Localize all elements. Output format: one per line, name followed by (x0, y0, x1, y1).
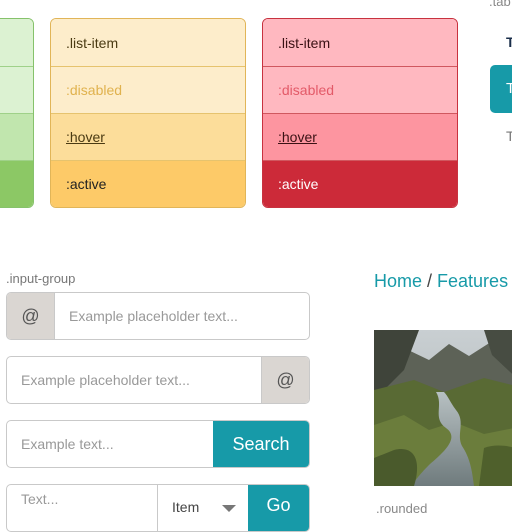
list-item-active[interactable]: :active (263, 160, 457, 207)
list-item-hover[interactable]: :hover (263, 113, 457, 160)
list-item-active[interactable] (0, 160, 33, 207)
input-group-caption: .input-group (6, 271, 76, 286)
landscape-image (374, 330, 512, 486)
list-group-danger: .list-item :disabled :hover :active (262, 18, 458, 208)
tab-item[interactable]: T (506, 128, 512, 144)
chevron-down-icon (222, 505, 236, 512)
text-input[interactable]: Text... (7, 485, 158, 531)
list-group-warning: .list-item :disabled :hover :active (50, 18, 246, 208)
list-item-disabled: :disabled (51, 66, 245, 113)
input-group-search: Example text... Search (6, 420, 310, 468)
tab-caption: .tab (489, 0, 511, 9)
list-item[interactable]: .list-item (51, 19, 245, 66)
list-item[interactable] (0, 19, 33, 66)
list-group-success (0, 18, 34, 208)
input-group-prepend: @ Example placeholder text... (6, 292, 310, 340)
tab-item[interactable]: T (506, 34, 512, 50)
search-input[interactable]: Example text... (7, 421, 213, 467)
list-item-disabled (0, 66, 33, 113)
list-item-hover[interactable]: :hover (51, 113, 245, 160)
input-group-select: Text... Item Go (6, 484, 310, 532)
breadcrumb-link-home[interactable]: Home (374, 271, 422, 291)
breadcrumb-link-features[interactable]: Features (437, 271, 508, 291)
list-item[interactable]: .list-item (263, 19, 457, 66)
list-item-active[interactable]: :active (51, 160, 245, 207)
at-addon: @ (261, 357, 309, 403)
go-button[interactable]: Go (248, 485, 309, 531)
text-input[interactable]: Example placeholder text... (7, 357, 261, 403)
input-group-append: Example placeholder text... @ (6, 356, 310, 404)
search-button[interactable]: Search (213, 421, 309, 467)
text-input[interactable]: Example placeholder text... (55, 293, 309, 339)
at-addon: @ (7, 293, 55, 339)
breadcrumb: Home / Features (374, 271, 508, 292)
list-item-hover[interactable] (0, 113, 33, 160)
breadcrumb-separator: / (427, 271, 433, 291)
list-item-disabled: :disabled (263, 66, 457, 113)
select-value: Item (172, 499, 200, 515)
tab-item-active[interactable]: T (490, 65, 512, 113)
image-caption: .rounded (376, 501, 428, 516)
item-select[interactable]: Item (158, 485, 248, 531)
